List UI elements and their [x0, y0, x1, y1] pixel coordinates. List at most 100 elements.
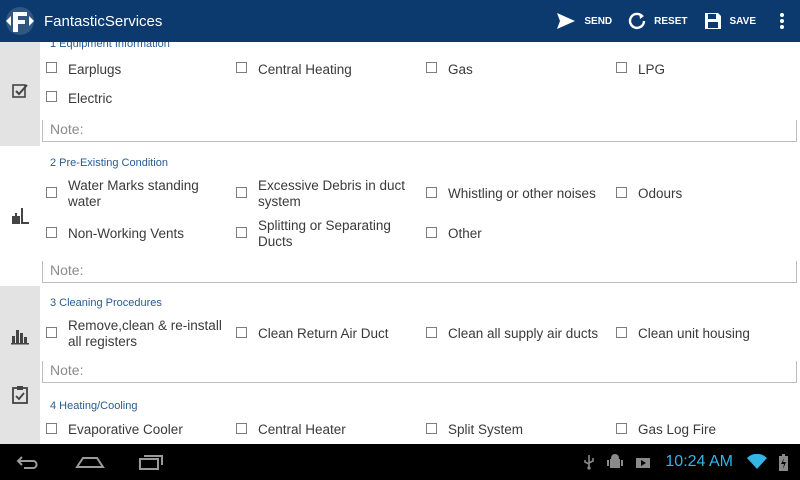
- option-label: LPG: [638, 62, 666, 77]
- option-clean-supply-air-ducts[interactable]: Clean all supply air ducts: [420, 318, 610, 350]
- checkbox[interactable]: [616, 423, 627, 434]
- home-button[interactable]: [61, 444, 119, 480]
- android-debug-icon: [607, 454, 624, 470]
- vacuum-icon: [12, 208, 29, 224]
- option-lpg[interactable]: LPG: [610, 62, 800, 78]
- reset-button[interactable]: RESET: [620, 0, 695, 42]
- recent-apps-button[interactable]: [122, 444, 180, 480]
- option-label: Earplugs: [68, 62, 122, 77]
- option-water-marks[interactable]: Water Marks standing water: [40, 178, 230, 210]
- note-field[interactable]: Note:: [42, 261, 797, 283]
- option-splitting-ducts[interactable]: Splitting or Separating Ducts: [230, 218, 420, 250]
- checkbox[interactable]: [46, 423, 57, 434]
- option-label: Whistling or other noises: [448, 186, 596, 201]
- note-placeholder: Note:: [50, 262, 84, 278]
- option-label: Electric: [68, 91, 113, 106]
- option-clean-return-air-duct[interactable]: Clean Return Air Duct: [230, 318, 420, 350]
- option-earplugs[interactable]: Earplugs: [40, 62, 230, 78]
- checkbox-row: Evaporative Cooler Central Heater Split …: [40, 422, 800, 438]
- option-label: Excessive Debris in duct system: [258, 178, 406, 209]
- checkbox[interactable]: [616, 327, 627, 338]
- app-logo[interactable]: [0, 0, 40, 42]
- option-gas[interactable]: Gas: [420, 62, 610, 78]
- option-label: Non-Working Vents: [68, 226, 185, 241]
- checkbox[interactable]: [616, 62, 627, 73]
- note-field[interactable]: Note:: [42, 361, 797, 383]
- option-label: Other: [448, 226, 482, 241]
- checkbox[interactable]: [46, 91, 57, 102]
- checkbox[interactable]: [236, 423, 247, 434]
- option-evaporative-cooler[interactable]: Evaporative Cooler: [40, 422, 230, 438]
- checkbox[interactable]: [426, 327, 437, 338]
- checkbox-row: Water Marks standing water Excessive Deb…: [40, 178, 800, 210]
- option-remove-clean-registers[interactable]: Remove,clean & re-install all registers: [40, 318, 230, 350]
- option-central-heating[interactable]: Central Heating: [230, 62, 420, 78]
- back-icon: [16, 456, 38, 469]
- option-label: Odours: [638, 186, 683, 201]
- clipboard-icon: [12, 386, 28, 404]
- checkbox-row: Electric: [40, 91, 800, 107]
- back-button[interactable]: [0, 444, 58, 480]
- wifi-icon: [747, 454, 767, 470]
- app-root: FantasticServices SEND RESET SAVE 1 Equi…: [0, 0, 800, 480]
- checkbox[interactable]: [616, 187, 627, 198]
- action-bar: FantasticServices SEND RESET SAVE: [0, 0, 800, 42]
- option-central-heater[interactable]: Central Heater: [230, 422, 420, 438]
- home-icon: [75, 457, 105, 468]
- section-sidebar: [0, 386, 40, 444]
- checkbox-row: Non-Working Vents Splitting or Separatin…: [40, 218, 800, 250]
- usb-icon: [583, 454, 595, 470]
- option-gas-log-fire[interactable]: Gas Log Fire: [610, 422, 800, 438]
- section-pre-existing-condition: 2 Pre-Existing Condition Water Marks sta…: [0, 146, 800, 286]
- reset-label: RESET: [654, 15, 688, 27]
- app-title: FantasticServices: [44, 12, 163, 30]
- option-other[interactable]: Other: [420, 218, 610, 250]
- option-label: Clean unit housing: [638, 326, 750, 341]
- option-label: Clean Return Air Duct: [258, 326, 389, 341]
- checkbox[interactable]: [426, 62, 437, 73]
- option-odours[interactable]: Odours: [610, 178, 800, 210]
- option-label: Clean all supply air ducts: [448, 326, 599, 341]
- option-non-working-vents[interactable]: Non-Working Vents: [40, 218, 230, 250]
- action-buttons: SEND RESET SAVE: [548, 0, 800, 42]
- section-cleaning-procedures: 3 Cleaning Procedures Remove,clean & re-…: [0, 286, 800, 386]
- note-field[interactable]: Note:: [42, 120, 797, 142]
- option-electric[interactable]: Electric: [40, 91, 230, 107]
- checkbox[interactable]: [46, 227, 57, 238]
- send-button[interactable]: SEND: [548, 0, 620, 42]
- option-label: Gas Log Fire: [638, 422, 717, 437]
- note-placeholder: Note:: [50, 362, 84, 378]
- battery-charging-icon: [779, 453, 788, 471]
- option-label: Central Heating: [258, 62, 352, 77]
- option-clean-unit-housing[interactable]: Clean unit housing: [610, 318, 800, 350]
- checkbox[interactable]: [236, 187, 247, 198]
- option-split-system[interactable]: Split System: [420, 422, 610, 438]
- checkbox[interactable]: [46, 187, 57, 198]
- checkbox[interactable]: [426, 423, 437, 434]
- checkbox[interactable]: [236, 327, 247, 338]
- option-whistling[interactable]: Whistling or other noises: [420, 178, 610, 210]
- system-navigation-bar: 10:24 AM: [0, 444, 800, 480]
- save-label: SAVE: [729, 15, 757, 27]
- status-area[interactable]: 10:24 AM: [577, 444, 800, 480]
- recent-apps-icon: [139, 455, 163, 470]
- note-placeholder: Note:: [50, 121, 84, 137]
- section-sidebar: [0, 286, 40, 386]
- option-excessive-debris[interactable]: Excessive Debris in duct system: [230, 178, 420, 210]
- checkbox[interactable]: [46, 327, 57, 338]
- checkbox[interactable]: [46, 62, 57, 73]
- section-title: 3 Cleaning Procedures: [50, 297, 162, 309]
- section-title: 4 Heating/Cooling: [50, 400, 138, 412]
- section-equipment-information: 1 Equipment Information Earplugs Central…: [0, 42, 800, 146]
- overflow-menu-button[interactable]: [764, 0, 800, 42]
- checkbox[interactable]: [426, 227, 437, 238]
- checkbox-row: Remove,clean & re-install all registers …: [40, 318, 800, 350]
- checkbox[interactable]: [236, 62, 247, 73]
- checklist-icon: [12, 84, 28, 98]
- save-icon: [704, 13, 721, 29]
- checkbox[interactable]: [236, 227, 247, 238]
- save-button[interactable]: SAVE: [696, 0, 765, 42]
- checkbox-row: Earplugs Central Heating Gas LPG: [40, 62, 800, 78]
- checkbox[interactable]: [426, 187, 437, 198]
- form-content[interactable]: 1 Equipment Information Earplugs Central…: [0, 42, 800, 444]
